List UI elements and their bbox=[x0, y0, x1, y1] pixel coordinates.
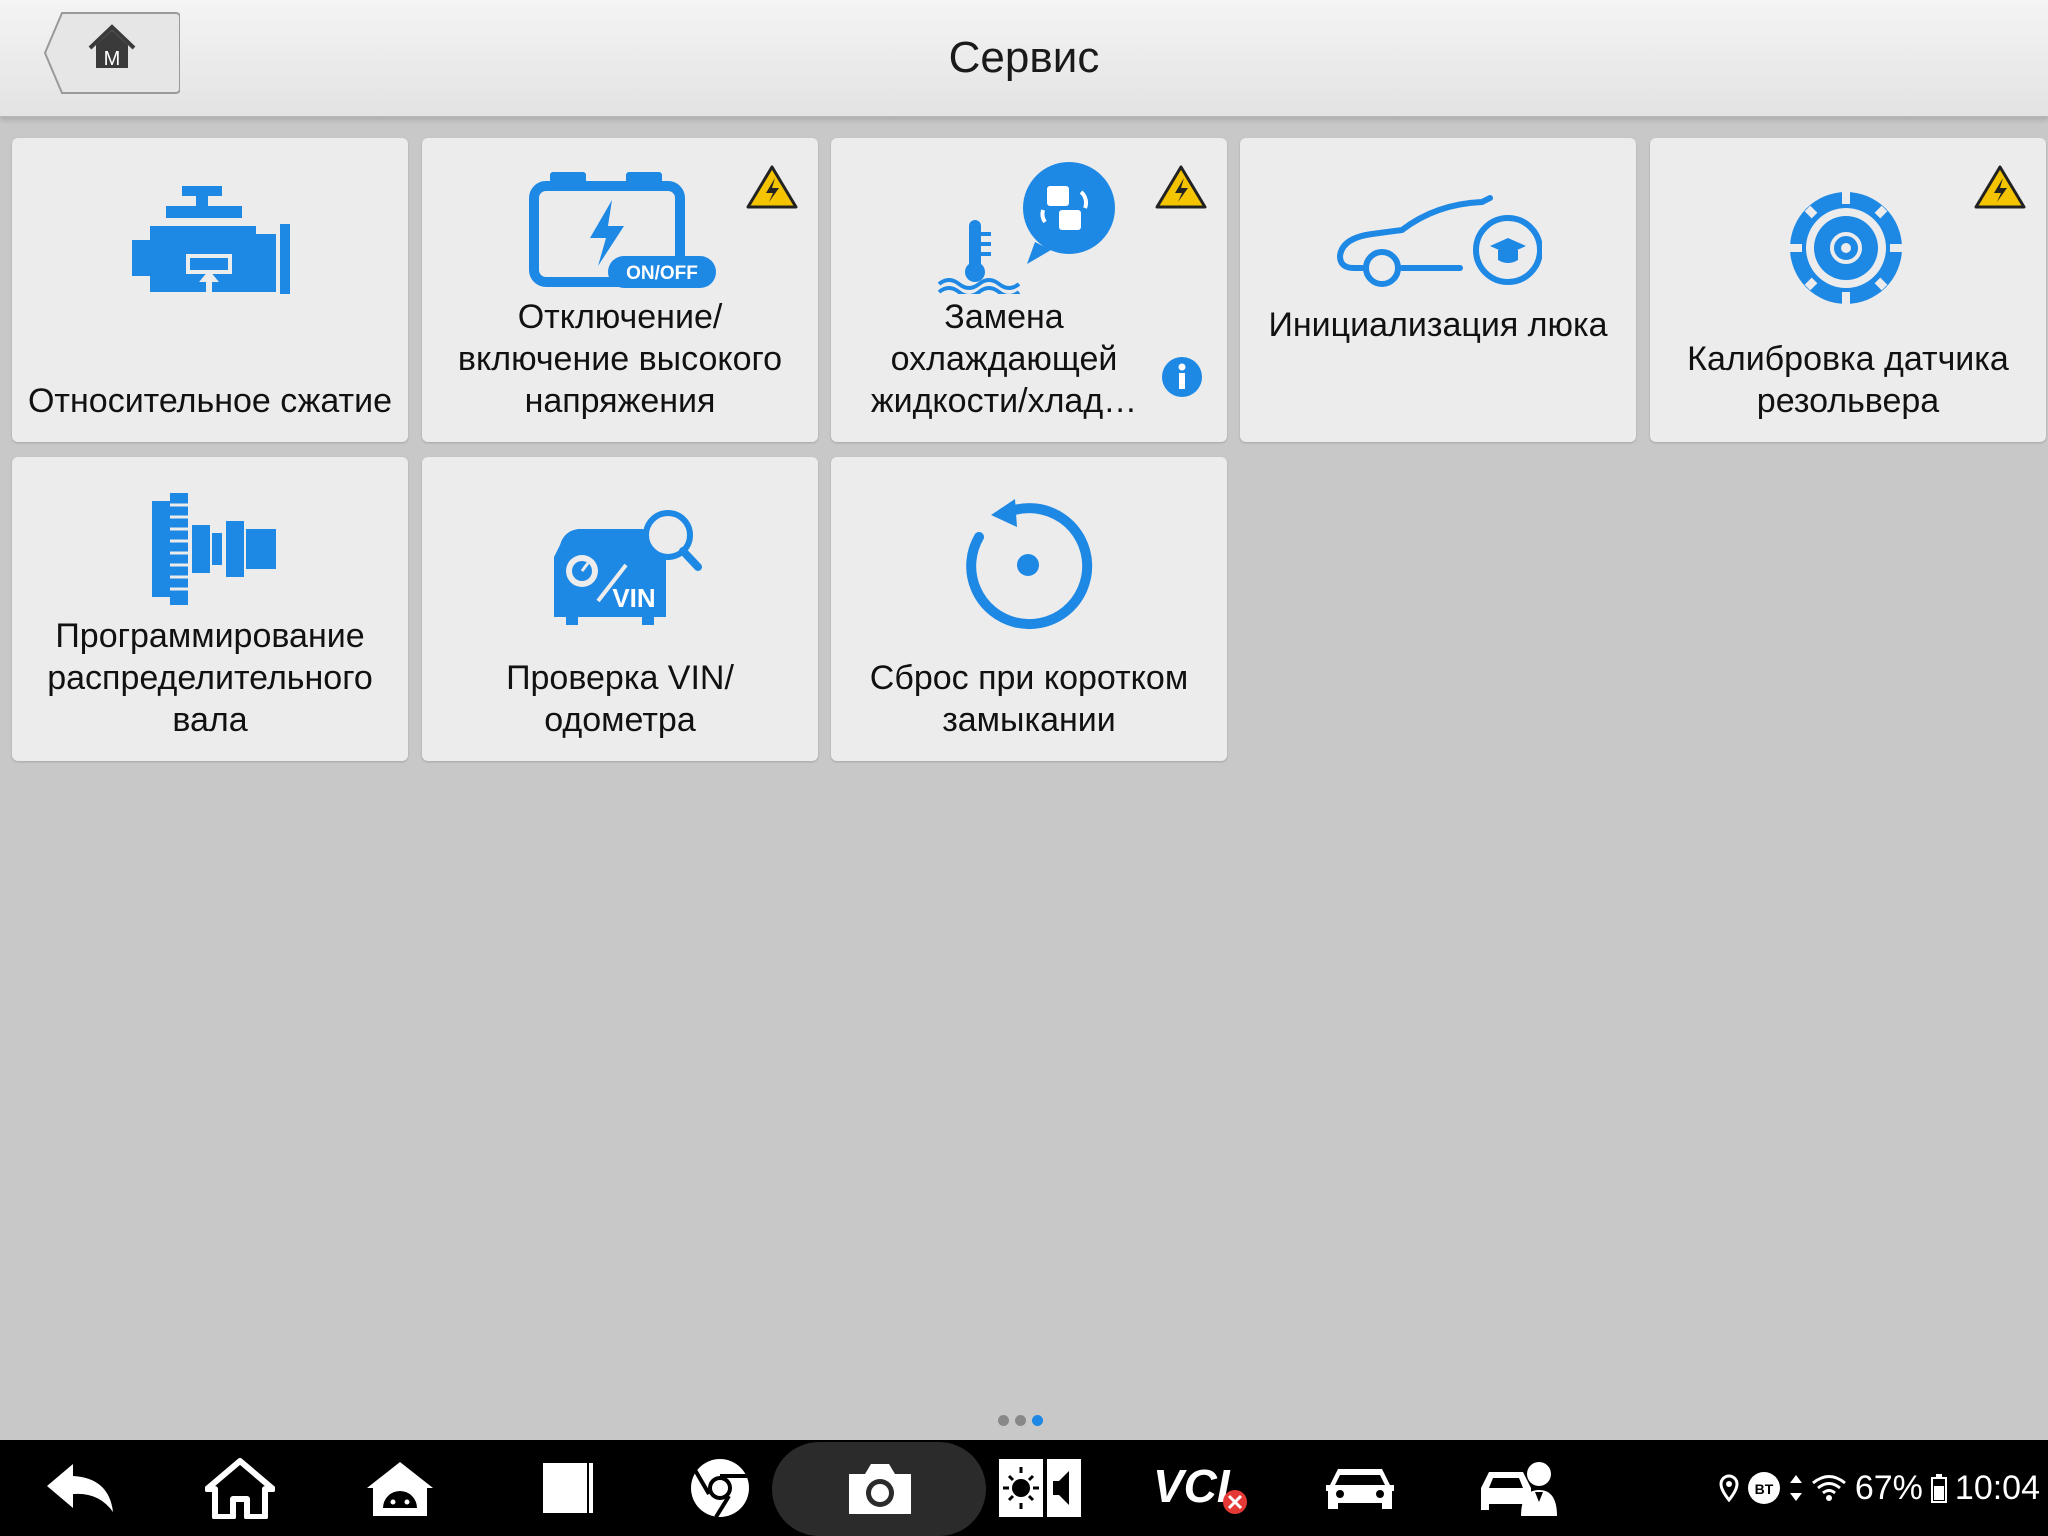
tile-label: Инициализация люка bbox=[1268, 306, 1608, 344]
tile-sunroof-init[interactable]: Инициализация люка bbox=[1240, 138, 1636, 442]
android-icon[interactable] bbox=[350, 1440, 450, 1536]
svg-text:VCI: VCI bbox=[1153, 1460, 1231, 1512]
home-letter: M bbox=[104, 48, 121, 70]
page-indicator bbox=[998, 1413, 1049, 1427]
status-bar: BT 67% 10:04 bbox=[1719, 1440, 2040, 1536]
tile-label: Калибровка датчика резольвера bbox=[1687, 340, 2009, 420]
vci-icon[interactable]: VCI bbox=[1146, 1440, 1256, 1536]
page-dot[interactable] bbox=[1015, 1415, 1026, 1426]
car-service-icon[interactable] bbox=[1470, 1440, 1570, 1536]
home-button[interactable]: M bbox=[44, 12, 180, 94]
location-icon bbox=[1719, 1474, 1739, 1502]
battery-icon bbox=[1930, 1474, 1947, 1503]
info-icon[interactable] bbox=[1162, 357, 1202, 397]
brightness-volume-icon[interactable] bbox=[990, 1440, 1090, 1536]
tile-vin-odometer[interactable]: VIN Проверка VIN/ одометра bbox=[422, 457, 818, 761]
tile-label: Программирование распределительного вала bbox=[47, 617, 373, 739]
tile-high-voltage[interactable]: ON/OFF Отключение/ включение высокого на… bbox=[422, 138, 818, 442]
tile-short-circuit-reset[interactable]: Сброс при коротком замыкании bbox=[831, 457, 1227, 761]
chrome-icon[interactable] bbox=[670, 1440, 770, 1536]
svg-text:BT: BT bbox=[1755, 1481, 1774, 1497]
battery-percent: 67% bbox=[1854, 1468, 1923, 1507]
back-icon[interactable] bbox=[30, 1440, 130, 1536]
tile-label: Отключение/ включение высокого напряжени… bbox=[457, 298, 783, 420]
recent-apps-icon[interactable] bbox=[510, 1440, 610, 1536]
clock: 10:04 bbox=[1954, 1468, 2040, 1507]
page-title: Сервис bbox=[948, 33, 1100, 82]
tile-label: Проверка VIN/ одометра bbox=[506, 659, 734, 739]
data-transfer-icon bbox=[1789, 1475, 1802, 1501]
wifi-icon bbox=[1811, 1475, 1846, 1501]
camera-icon[interactable] bbox=[830, 1440, 930, 1536]
page-dot[interactable] bbox=[998, 1415, 1009, 1426]
tile-label: Сброс при коротком замыкании bbox=[869, 659, 1189, 739]
home-icon[interactable] bbox=[190, 1440, 290, 1536]
tile-relative-compression[interactable]: Относительное сжатие bbox=[12, 138, 408, 442]
tile-resolver-calibration[interactable]: Калибровка датчика резольвера bbox=[1650, 138, 2046, 442]
tile-label: Относительное сжатие bbox=[27, 382, 393, 420]
bluetooth-icon: BT bbox=[1747, 1472, 1780, 1504]
tile-label: Замена охлаждающей жидкости/хлад… bbox=[870, 298, 1138, 420]
car-icon[interactable] bbox=[1310, 1440, 1410, 1536]
header-bar: M Сервис bbox=[0, 0, 2048, 117]
tile-camshaft-programming[interactable]: Программирование распределительного вала bbox=[12, 457, 408, 761]
page-dot-active[interactable] bbox=[1032, 1415, 1043, 1426]
